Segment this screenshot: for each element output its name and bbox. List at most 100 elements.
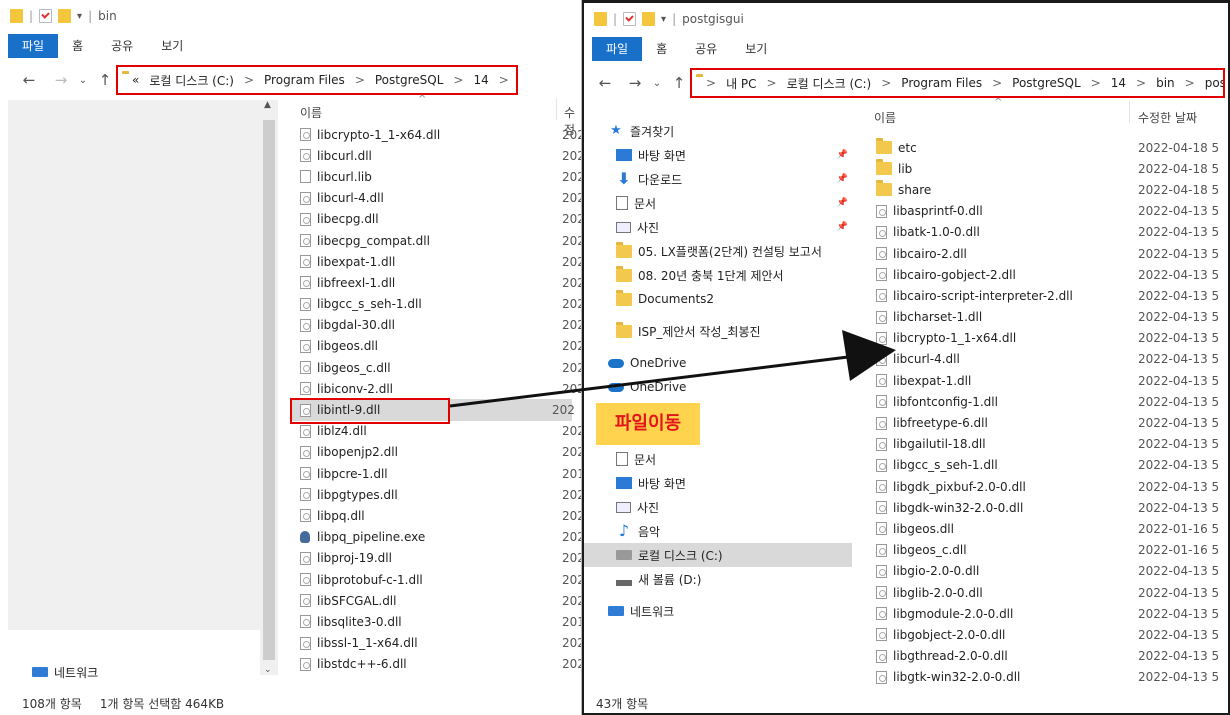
nav-item[interactable]: ★ 즐겨찾기 [608, 119, 852, 143]
pin-icon[interactable]: 📌 [837, 174, 848, 184]
file-row[interactable]: libgeos.dll 202 [300, 336, 581, 357]
file-row[interactable]: libasprintf-0.dll 2022-04-13 5 [876, 201, 1226, 222]
breadcrumb-program-files[interactable]: Program Files [264, 73, 345, 87]
file-row[interactable]: libexpat-1.dll 202 [300, 251, 581, 272]
breadcrumb-program-files[interactable]: Program Files [901, 76, 982, 90]
pin-icon[interactable]: 📌 [837, 198, 848, 208]
recent-dropdown-icon[interactable]: ⌄ [646, 78, 668, 89]
nav-item[interactable]: ♪ 음악 [608, 519, 852, 543]
tab-share[interactable]: 공유 [681, 37, 731, 61]
file-row[interactable]: libcharset-1.dll 2022-04-13 5 [876, 307, 1226, 328]
new-folder-icon[interactable] [58, 9, 72, 23]
chevron-right-icon[interactable]: > [1185, 76, 1195, 90]
address-bar[interactable]: > 내 PC > 로컬 디스크 (C:) > Program Files > P… [690, 68, 1225, 98]
file-row[interactable]: libgmodule-2.0-0.dll 2022-04-13 5 [876, 603, 1226, 624]
file-row[interactable]: share 2022-04-18 5 [876, 179, 1226, 200]
file-row[interactable]: libprotobuf-c-1.dll 202 [300, 569, 581, 590]
file-row[interactable]: libcurl-4.dll 2022-04-13 5 [876, 349, 1226, 370]
dropdown-icon[interactable]: ▾ [77, 11, 82, 22]
column-header-name[interactable]: 이름 [300, 104, 322, 121]
pin-icon[interactable]: 📌 [837, 222, 848, 232]
tab-file[interactable]: 파일 [592, 37, 643, 61]
up-icon[interactable]: ↑ [94, 71, 116, 89]
navigation-pane[interactable]: ★ 즐겨찾기 바탕 화면 📌 ⬇ 다운로드 📌 문서 📌 사진 📌 05. LX플랫폼(2단계) 컨설… [584, 103, 852, 689]
file-row[interactable]: libssl-1_1-x64.dll 202 [300, 633, 581, 654]
nav-item[interactable]: 바탕 화면 [608, 471, 852, 495]
back-icon[interactable]: ← [594, 74, 616, 92]
scroll-up-icon[interactable]: ▲ [264, 100, 271, 110]
tab-home[interactable]: 홈 [58, 34, 97, 58]
file-row[interactable]: libgailutil-18.dll 2022-04-13 5 [876, 434, 1226, 455]
file-row[interactable]: libgdk-win32-2.0-0.dll 2022-04-13 5 [876, 497, 1226, 518]
nav-item[interactable]: 08. 20년 충북 1단계 제안서 [608, 263, 852, 287]
file-row[interactable]: libfreexl-1.dll 202 [300, 272, 581, 293]
recent-dropdown-icon[interactable]: ⌄ [72, 75, 94, 86]
navigation-pane[interactable] [8, 100, 260, 630]
file-row[interactable]: libcurl.dll 202 [300, 145, 581, 166]
file-row[interactable]: libcurl-4.dll 202 [300, 188, 581, 209]
address-bar[interactable]: « 로컬 디스크 (C:) > Program Files > PostgreS… [116, 65, 518, 95]
column-header-name[interactable]: 이름 [874, 109, 896, 126]
nav-item[interactable]: 바탕 화면 📌 [608, 143, 852, 167]
chevron-right-icon[interactable]: > [244, 73, 254, 87]
file-row[interactable]: libpq.dll 202 [300, 505, 581, 526]
file-row[interactable]: libecpg.dll 202 [300, 209, 581, 230]
nav-item[interactable]: 문서 📌 [608, 191, 852, 215]
nav-item-network[interactable]: 네트워크 [32, 660, 98, 684]
new-folder-icon[interactable] [642, 12, 656, 26]
file-row[interactable]: libpq_pipeline.exe 202 [300, 527, 581, 548]
properties-icon[interactable] [623, 12, 637, 26]
breadcrumb-postgresql[interactable]: PostgreSQL [1012, 76, 1081, 90]
file-row[interactable]: libgeos.dll 2022-01-16 5 [876, 518, 1226, 539]
file-row[interactable]: libgcc_s_seh-1.dll 2022-04-13 5 [876, 455, 1226, 476]
chevron-right-icon[interactable]: > [355, 73, 365, 87]
nav-item[interactable]: ⬇ 다운로드 📌 [608, 167, 852, 191]
up-icon[interactable]: ↑ [668, 74, 690, 92]
breadcrumb-14[interactable]: 14 [1111, 76, 1126, 90]
nav-item[interactable]: Documents2 [608, 287, 852, 311]
file-row[interactable]: libgthread-2.0-0.dll 2022-04-13 5 [876, 646, 1226, 667]
tab-view[interactable]: 보기 [731, 37, 781, 61]
file-row[interactable]: libopenjp2.dll 202 [300, 442, 581, 463]
breadcrumb-bin[interactable]: bin [1156, 76, 1175, 90]
file-row[interactable]: lib 2022-04-18 5 [876, 158, 1226, 179]
nav-item[interactable]: 새 볼륨 (D:) [608, 567, 852, 591]
file-row[interactable]: libexpat-1.dll 2022-04-13 5 [876, 370, 1226, 391]
file-row[interactable]: libgio-2.0-0.dll 2022-04-13 5 [876, 561, 1226, 582]
chevron-right-icon[interactable]: > [1091, 76, 1101, 90]
tab-view[interactable]: 보기 [147, 34, 197, 58]
chevron-right-icon[interactable]: > [453, 73, 463, 87]
file-row[interactable]: libfontconfig-1.dll 2022-04-13 5 [876, 391, 1226, 412]
nav-item[interactable]: OneDrive [608, 351, 852, 375]
file-row[interactable]: libgeos_c.dll 202 [300, 357, 581, 378]
column-header-date[interactable]: 수정한 날짜 [1138, 109, 1197, 126]
breadcrumb-14[interactable]: 14 [473, 73, 488, 87]
file-row[interactable]: libatk-1.0-0.dll 2022-04-13 5 [876, 222, 1226, 243]
breadcrumb-local-disk[interactable]: 로컬 디스크 (C:) [149, 72, 234, 89]
file-row[interactable]: libpcre-1.dll 201 [300, 463, 581, 484]
file-row[interactable]: libiconv-2.dll 202 [300, 378, 581, 399]
chevron-right-icon[interactable]: > [706, 76, 716, 90]
tab-home[interactable]: 홈 [642, 37, 681, 61]
file-row[interactable]: libcairo-2.dll 2022-04-13 5 [876, 243, 1226, 264]
breadcrumb-local-disk[interactable]: 로컬 디스크 (C:) [787, 75, 872, 92]
file-row[interactable]: libfreetype-6.dll 2022-04-13 5 [876, 412, 1226, 433]
breadcrumb-postgresql[interactable]: PostgreSQL [375, 73, 444, 87]
file-row[interactable]: libcrypto-1_1-x64.dll 2022-04-13 5 [876, 328, 1226, 349]
file-row[interactable]: libgeos_c.dll 2022-01-16 5 [876, 540, 1226, 561]
scroll-down-icon[interactable]: ⌄ [264, 665, 272, 675]
nav-item[interactable]: 05. LX플랫폼(2단계) 컨설팅 보고서 [608, 239, 852, 263]
file-row[interactable]: libgdk_pixbuf-2.0-0.dll 2022-04-13 5 [876, 476, 1226, 497]
breadcrumb-this-pc[interactable]: 내 PC [726, 75, 756, 92]
breadcrumb-postgisgui[interactable]: postgisgu [1205, 76, 1223, 90]
file-row[interactable]: libgdal-30.dll 202 [300, 315, 581, 336]
file-row[interactable]: libcairo-gobject-2.dll 2022-04-13 5 [876, 264, 1226, 285]
breadcrumb-overflow[interactable]: « [132, 73, 139, 87]
file-row[interactable]: libglib-2.0-0.dll 2022-04-13 5 [876, 582, 1226, 603]
nav-item[interactable]: OneDrive [608, 375, 852, 399]
chevron-right-icon[interactable]: > [499, 73, 509, 87]
chevron-right-icon[interactable]: > [881, 76, 891, 90]
tab-share[interactable]: 공유 [97, 34, 147, 58]
nav-item[interactable]: ISP_제안서 작성_최봉진 [608, 319, 852, 343]
file-row[interactable]: libstdc++-6.dll 202 [300, 654, 581, 675]
